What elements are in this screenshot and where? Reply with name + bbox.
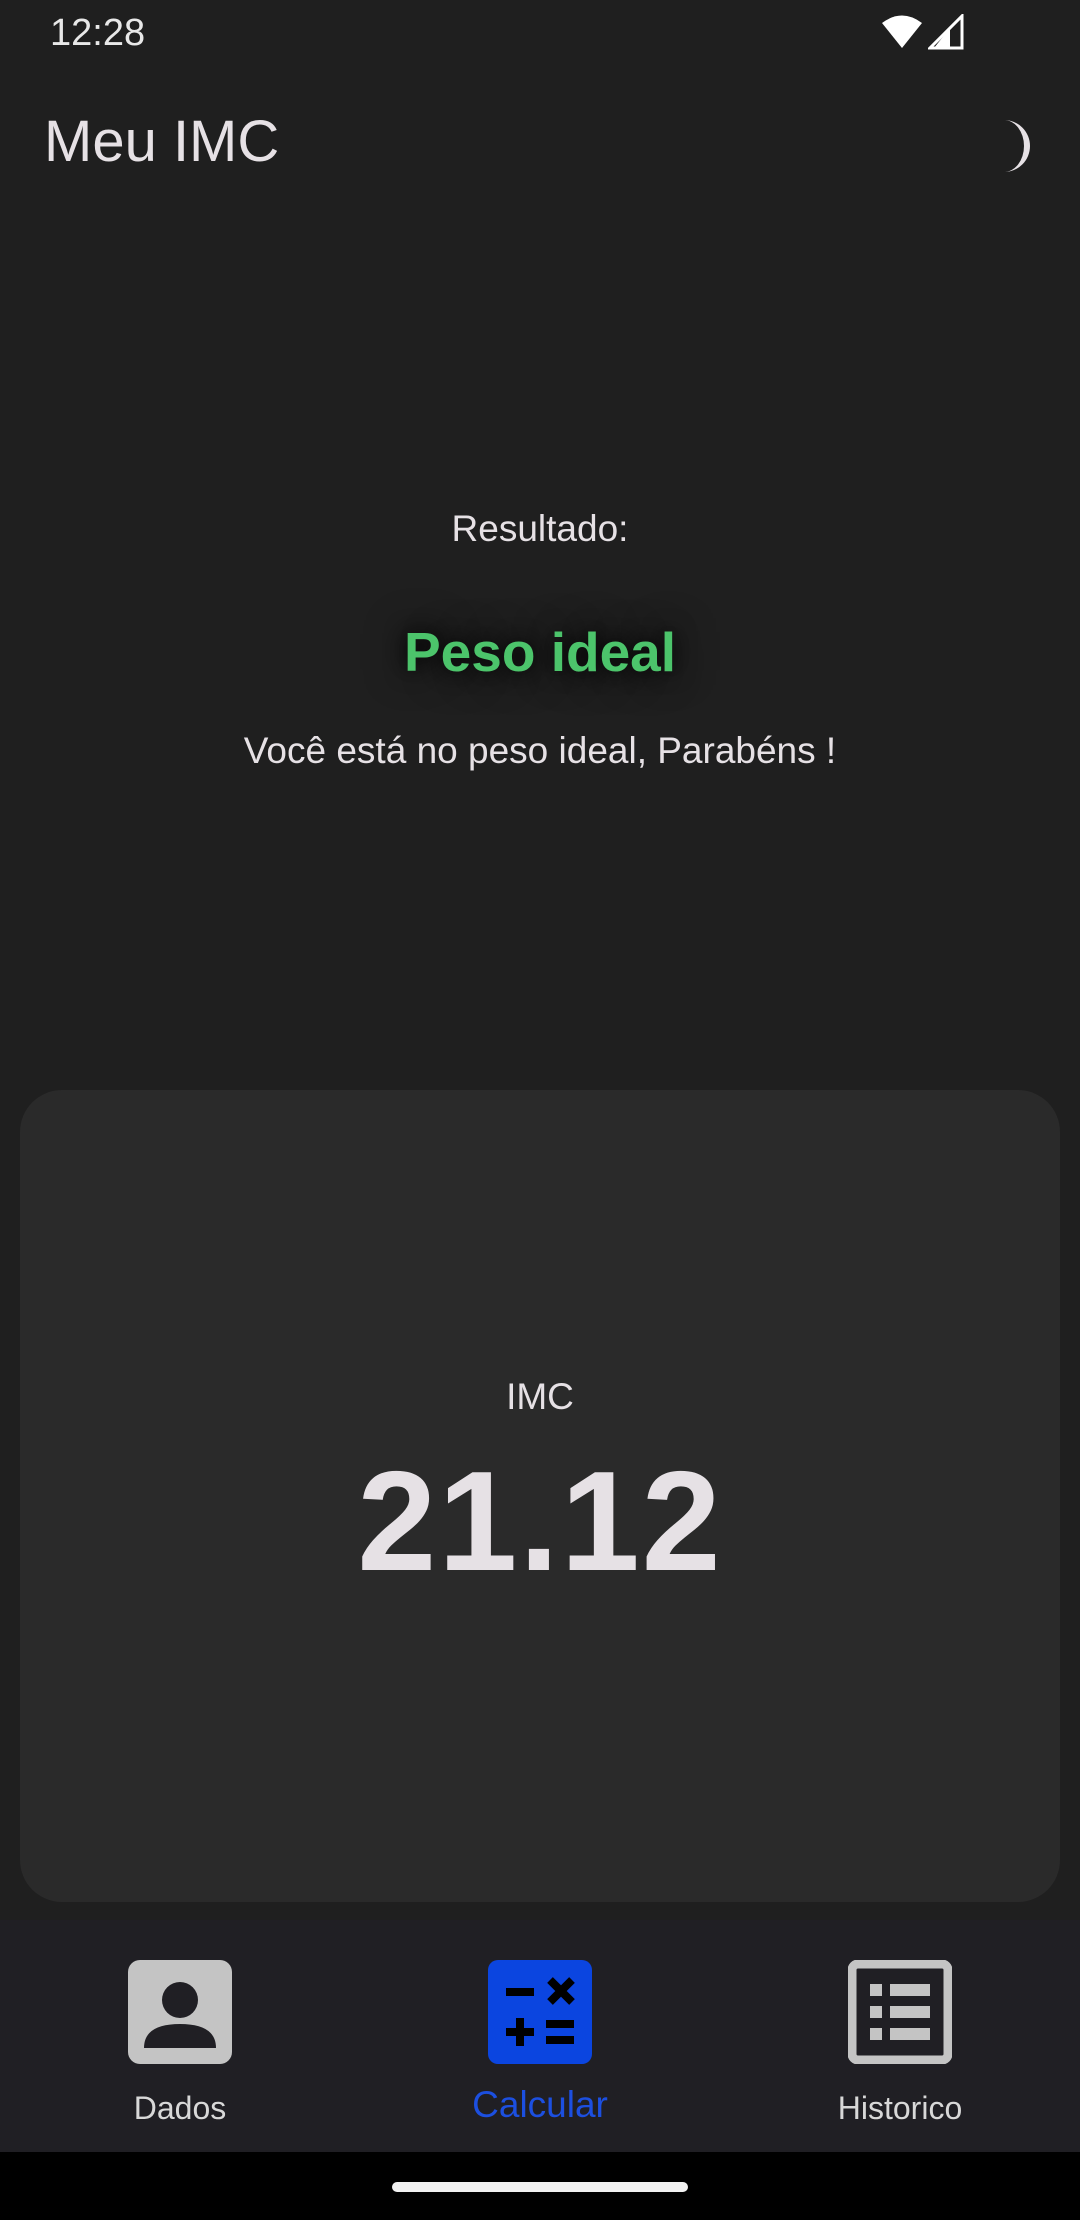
nav-label-calcular: Calcular xyxy=(472,2084,608,2125)
imc-value: 21.12 xyxy=(357,1442,723,1601)
app-title: Meu IMC xyxy=(44,109,280,174)
result-message: Você está no peso ideal, Parabéns ! xyxy=(243,730,837,771)
theme-toggle-button[interactable] xyxy=(972,108,1048,184)
home-indicator[interactable] xyxy=(392,2182,688,2192)
app-bar: Meu IMC xyxy=(0,68,1080,218)
bottom-navigation: Dados Calcular Historico xyxy=(0,1920,1080,2152)
result-status: Peso ideal xyxy=(403,621,677,683)
wifi-icon xyxy=(882,15,922,48)
signal-icon xyxy=(928,14,964,50)
status-bar: 12:28 xyxy=(0,0,1080,68)
moon-icon xyxy=(1004,120,1030,172)
result-label: Resultado: xyxy=(451,508,629,549)
list-icon xyxy=(848,1960,952,2064)
person-icon xyxy=(128,1960,232,2064)
imc-label: IMC xyxy=(506,1376,574,1417)
status-time: 12:28 xyxy=(50,12,146,54)
calculator-icon xyxy=(488,1960,592,2064)
nav-label-historico: Historico xyxy=(837,2090,963,2126)
nav-item-historico[interactable]: Historico xyxy=(720,1920,1080,2152)
screen: 12:28 Meu IMC Resultado: Peso ideal Você… xyxy=(0,0,1080,2220)
system-navigation-bar xyxy=(0,2152,1080,2220)
nav-item-calcular[interactable]: Calcular xyxy=(360,1920,720,2152)
imc-card: IMC 21.12 xyxy=(20,1090,1060,1902)
nav-label-dados: Dados xyxy=(133,2090,227,2126)
nav-item-dados[interactable]: Dados xyxy=(0,1920,360,2152)
